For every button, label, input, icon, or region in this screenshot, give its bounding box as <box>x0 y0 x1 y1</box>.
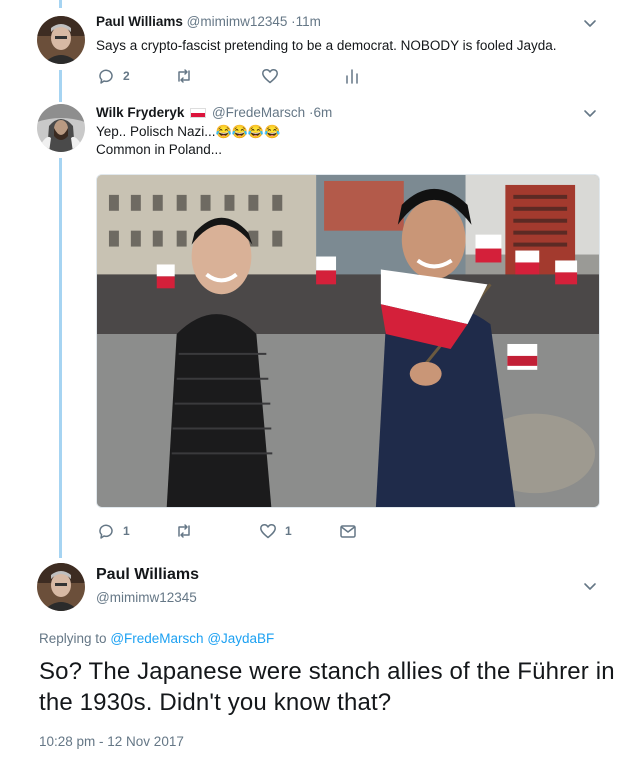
direct-message-button[interactable] <box>339 521 357 541</box>
tweet-header: Wilk Fryderyk @FredeMarsch ·6m <box>96 105 333 120</box>
reply-count: 1 <box>123 524 130 538</box>
avatar[interactable] <box>37 104 85 152</box>
reply-to-link[interactable]: @FredeMarsch <box>110 631 203 646</box>
like-button[interactable]: 1 <box>259 521 339 541</box>
retweet-button[interactable] <box>175 521 259 541</box>
analytics-icon <box>343 67 361 85</box>
retweet-icon <box>175 522 193 540</box>
retweet-icon <box>175 67 193 85</box>
tweet-text: Says a crypto-fascist pretending to be a… <box>96 38 557 53</box>
chevron-down-icon[interactable] <box>582 15 598 31</box>
heart-icon <box>261 67 279 85</box>
tweet-time[interactable]: 11m <box>296 14 321 29</box>
reply-icon <box>97 522 115 540</box>
author-handle[interactable]: @mimimw12345 <box>187 14 288 29</box>
avatar[interactable] <box>37 16 85 64</box>
thread-line <box>59 158 62 558</box>
author-name[interactable]: Paul Williams <box>96 566 199 584</box>
author-name[interactable]: Paul Williams <box>96 14 183 29</box>
thread-line <box>59 0 62 8</box>
analytics-button[interactable] <box>343 66 361 86</box>
replying-to-label: Replying to <box>39 631 107 646</box>
poland-flag-icon <box>190 108 207 118</box>
tweet-timestamp[interactable]: 10:28 pm - 12 Nov 2017 <box>39 734 184 749</box>
author-name[interactable]: Wilk Fryderyk <box>96 105 184 120</box>
heart-icon <box>259 522 277 540</box>
avatar[interactable] <box>37 563 85 611</box>
thread-line <box>59 70 62 102</box>
tweet-header: Paul Williams @mimimw12345 ·11m <box>96 14 321 29</box>
reply-button[interactable]: 2 <box>97 66 175 86</box>
envelope-icon <box>339 522 357 540</box>
reply-count: 2 <box>123 69 130 83</box>
like-button[interactable] <box>261 66 343 86</box>
like-count: 1 <box>285 524 292 538</box>
tweet-text-line-2: Common in Poland... <box>96 142 223 157</box>
retweet-button[interactable] <box>175 66 261 86</box>
author-handle[interactable]: @FredeMarsch <box>212 105 305 120</box>
reply-to-link[interactable]: @JaydaBF <box>207 631 274 646</box>
reply-icon <box>97 67 115 85</box>
author-handle[interactable]: @mimimw12345 <box>96 590 197 605</box>
tweet-actions: 1 1 <box>97 521 357 541</box>
tweet-actions: 2 <box>97 66 361 86</box>
tweet-text: So? The Japanese were stanch allies of t… <box>39 658 615 716</box>
tweet-photo[interactable] <box>96 174 600 508</box>
tweet-text-line-1: Yep.. Polisch Nazi... <box>96 124 216 139</box>
replying-to: Replying to @FredeMarsch @JaydaBF <box>39 631 274 646</box>
tweet-text: Yep.. Polisch Nazi...😂😂😂😂 Common in Pola… <box>96 123 596 159</box>
reply-button[interactable]: 1 <box>97 521 175 541</box>
chevron-down-icon[interactable] <box>582 105 598 121</box>
tweet-time[interactable]: 6m <box>313 105 332 120</box>
laughing-emoji-icon: 😂😂😂😂 <box>215 124 281 139</box>
chevron-down-icon[interactable] <box>582 578 598 594</box>
